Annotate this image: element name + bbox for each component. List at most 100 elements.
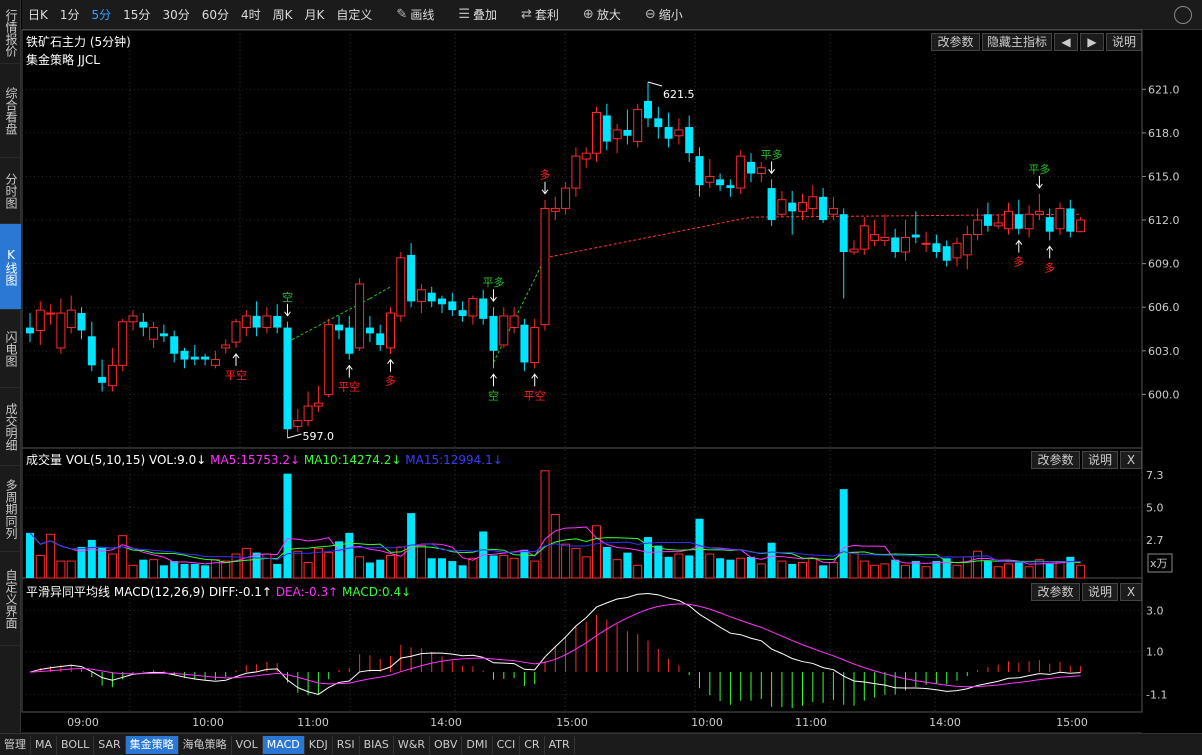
indicator-tab-3[interactable]: SAR — [94, 735, 126, 754]
volume-bar-down — [1045, 563, 1054, 578]
indicator-tab-13[interactable]: DMI — [462, 735, 493, 754]
candle-body-down — [489, 315, 498, 351]
kline-chart[interactable]: 621.0 618.0 615.0 612.0 609.0 606.0 603.0 600.0… — [0, 0, 1202, 733]
volume-bar-down — [252, 552, 261, 578]
volume-bar-down — [87, 539, 96, 578]
candle-body-up — [756, 167, 766, 175]
signal-label: 空 — [282, 290, 293, 304]
candle-body-up — [705, 175, 715, 183]
candle-body-up — [355, 283, 365, 349]
signal-label: 多 — [540, 168, 551, 182]
volume-bar-down — [726, 559, 735, 578]
volume-bar-down — [139, 559, 148, 578]
candle-body-up — [66, 309, 76, 329]
volume-bar-up — [1034, 559, 1044, 579]
strategy-trend-line — [544, 216, 752, 259]
candle-body-down — [1066, 208, 1075, 232]
volume-bar-up — [901, 564, 910, 579]
price-tick-label: 612.0 — [1148, 214, 1180, 227]
indicator-tab-16[interactable]: ATR — [545, 735, 575, 754]
volume-bar-down — [283, 473, 292, 578]
candle-body-down — [983, 214, 992, 226]
candle-body-up — [386, 312, 395, 349]
candle-body-up — [396, 257, 406, 317]
volume-bar-down — [654, 545, 663, 578]
time-axis-label: 11:00 — [795, 716, 827, 729]
candle-body-down — [26, 327, 34, 334]
volume-bar-up — [962, 556, 972, 579]
indicator-tab-5[interactable]: 海龟策略 — [179, 735, 232, 754]
indicator-tab-14[interactable]: CCI — [493, 735, 521, 754]
candle-body-up — [674, 129, 684, 137]
candle-body-down — [448, 301, 457, 311]
vol-tick-label: 7.3 — [1146, 469, 1164, 482]
volume-bar-down — [695, 518, 704, 578]
volume-bar-up — [798, 561, 807, 579]
candle-body-down — [664, 127, 673, 139]
volume-bar-down — [345, 532, 354, 578]
signal-label: 多 — [1013, 255, 1024, 269]
indicator-tab-1[interactable]: MA — [31, 735, 58, 754]
price-tick-label: 615.0 — [1148, 170, 1180, 183]
volume-unit-label: x万 — [1150, 557, 1168, 570]
price-tick-label: 606.0 — [1148, 301, 1180, 314]
volume-bar-down — [1066, 556, 1075, 578]
price-tick-label: 618.0 — [1148, 127, 1180, 140]
vol-tick-label: 5.0 — [1146, 501, 1164, 514]
indicator-tab-10[interactable]: BIAS — [360, 735, 394, 754]
indicator-tab-8[interactable]: KDJ — [305, 735, 333, 754]
volume-bar-down — [427, 558, 436, 578]
indicator-tab-9[interactable]: RSI — [333, 735, 360, 754]
volume-bar-up — [56, 560, 66, 579]
volume-bar-up — [128, 564, 138, 579]
candle-body-up — [46, 312, 56, 315]
high-marker-line — [647, 81, 663, 87]
candle-body-down — [654, 118, 663, 128]
volume-bar-up — [880, 563, 890, 579]
indicator-tab-4[interactable]: 集金策略 — [125, 735, 179, 754]
volume-bar-up — [674, 553, 684, 579]
indicator-tab-11[interactable]: W&R — [394, 735, 430, 754]
candle-body-up — [530, 327, 540, 363]
candle-body-down — [695, 156, 704, 186]
volume-bar-up — [509, 557, 519, 579]
candle-body-up — [550, 207, 560, 212]
candle-body-down — [98, 376, 107, 383]
candle-body-down — [335, 324, 343, 331]
candle-body-down — [458, 310, 467, 316]
candle-body-up — [231, 321, 241, 343]
high-price-label: 621.5 — [663, 88, 695, 101]
candle-body-down — [87, 336, 96, 366]
candle-body-down — [1014, 214, 1023, 229]
candle-body-up — [416, 289, 426, 302]
candle-body-down — [407, 254, 416, 302]
volume-bar-up — [107, 553, 117, 579]
indicator-tab-7[interactable]: MACD — [262, 735, 305, 754]
candle-body-down — [283, 327, 292, 430]
indicator-tab-12[interactable]: OBV — [430, 735, 463, 754]
volume-bar-up — [149, 559, 159, 579]
volume-bar-down — [932, 561, 941, 578]
volume-bar-down — [520, 549, 529, 578]
candle-body-up — [293, 420, 303, 427]
time-axis-label: 10:00 — [192, 716, 224, 729]
volume-bar-down — [458, 565, 467, 578]
candle-body-down — [716, 179, 725, 186]
indicator-tab-15[interactable]: CR — [520, 735, 545, 754]
volume-bar-up — [324, 552, 334, 579]
candle-body-down — [365, 327, 374, 334]
volume-bar-down — [273, 563, 282, 578]
indicator-tab-2[interactable]: BOLL — [57, 735, 95, 754]
vol-tick-label: 2.7 — [1146, 534, 1164, 547]
candle-body-up — [798, 202, 807, 212]
price-tick-label: 603.0 — [1148, 345, 1180, 358]
indicator-tab-0[interactable]: 管理 — [0, 735, 31, 754]
indicator-tab-6[interactable]: VOL — [232, 735, 263, 754]
volume-bar-up — [241, 547, 251, 579]
candle-body-up — [241, 315, 251, 329]
candle-body-up — [581, 152, 591, 160]
macd-tick-label: 1.0 — [1146, 646, 1164, 659]
candle-body-up — [962, 234, 972, 256]
candle-body-up — [973, 219, 983, 236]
volume-bar-down — [664, 556, 673, 578]
